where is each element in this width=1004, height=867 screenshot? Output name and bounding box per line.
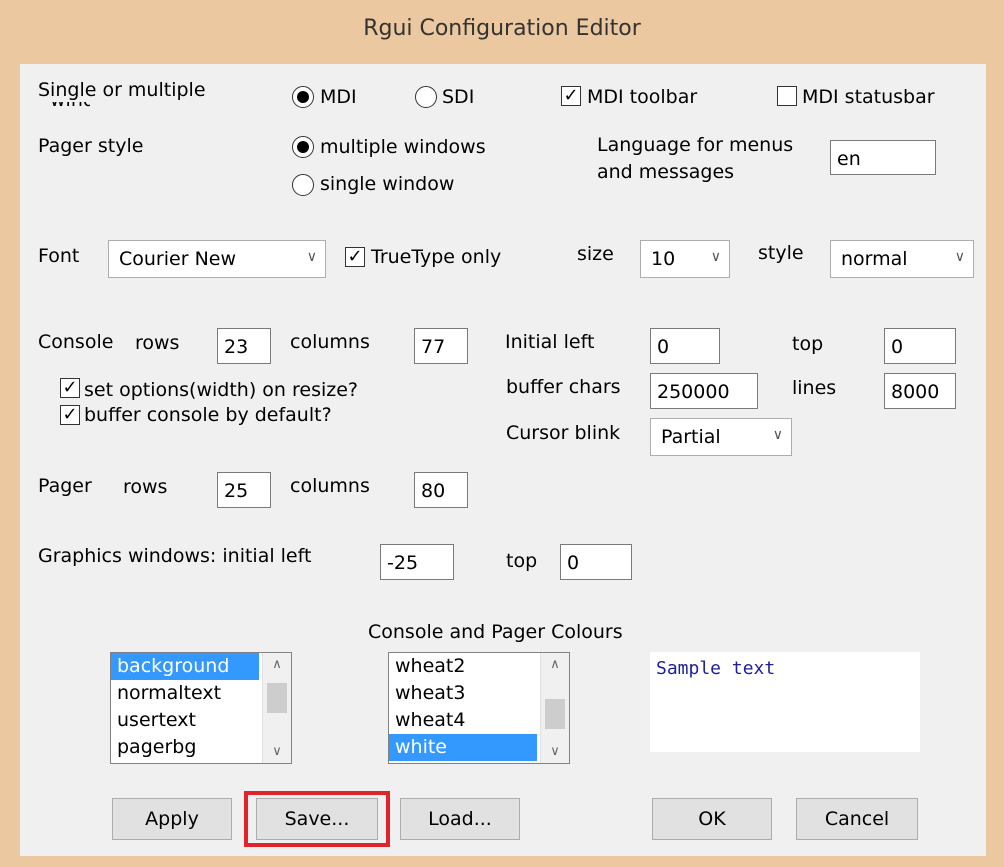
pager-columns-label: columns bbox=[290, 475, 370, 497]
truetype-only-label[interactable]: TrueType only bbox=[371, 245, 501, 269]
single-window-radio[interactable] bbox=[292, 174, 314, 196]
font-style-select[interactable]: normal ∨ bbox=[830, 240, 974, 278]
sdi-radio[interactable] bbox=[415, 86, 437, 108]
cursor-blink-label: Cursor blink bbox=[506, 422, 621, 444]
console-columns-input[interactable]: 77 bbox=[414, 328, 468, 364]
interface-label-clipped: windows bbox=[50, 102, 90, 110]
scrollbar-thumb[interactable] bbox=[545, 699, 565, 729]
colour-element-list[interactable]: background normaltext usertext pagerbg ∧… bbox=[110, 652, 292, 764]
pager-style-label: Pager style bbox=[38, 135, 144, 157]
chevron-down-icon: ∨ bbox=[710, 249, 721, 265]
font-style-label: style bbox=[758, 242, 804, 264]
list-item[interactable]: background bbox=[111, 653, 259, 680]
ok-button[interactable]: OK bbox=[652, 798, 772, 840]
font-size-value: 10 bbox=[651, 248, 676, 270]
font-size-select[interactable]: 10 ∨ bbox=[640, 240, 730, 278]
multiple-windows-label[interactable]: multiple windows bbox=[320, 135, 486, 159]
cursor-blink-select[interactable]: Partial ∨ bbox=[650, 418, 792, 456]
cancel-button[interactable]: Cancel bbox=[796, 798, 918, 840]
console-top-input[interactable]: 0 bbox=[884, 328, 956, 364]
font-select-value: Courier New bbox=[119, 248, 237, 270]
save-button[interactable]: Save... bbox=[256, 798, 378, 840]
multiple-windows-radio[interactable] bbox=[292, 136, 314, 158]
buffer-default-checkbox[interactable]: ✓ bbox=[60, 405, 80, 425]
font-select[interactable]: Courier New ∨ bbox=[108, 240, 326, 278]
graphics-top-input[interactable]: 0 bbox=[560, 544, 632, 580]
pager-label: Pager bbox=[38, 475, 92, 497]
lines-label: lines bbox=[792, 377, 837, 399]
mdi-statusbar-checkbox[interactable] bbox=[777, 86, 797, 106]
scrollbar[interactable]: ∧ ∨ bbox=[540, 653, 569, 763]
graphics-left-input[interactable]: -25 bbox=[380, 544, 454, 580]
chevron-down-icon: ∨ bbox=[306, 249, 317, 265]
scrollbar[interactable]: ∧ ∨ bbox=[262, 653, 291, 763]
lines-input[interactable]: 8000 bbox=[884, 373, 956, 409]
graphics-top-label: top bbox=[506, 550, 538, 572]
initial-left-label: Initial left bbox=[505, 331, 595, 353]
graphics-left-label: Graphics windows: initial left bbox=[38, 545, 312, 567]
dialog-client-area: Single or multiple windows MDI SDI ✓ MDI… bbox=[20, 64, 986, 856]
mdi-statusbar-label[interactable]: MDI statusbar bbox=[802, 85, 935, 109]
font-style-value: normal bbox=[841, 248, 908, 270]
font-label: Font bbox=[38, 245, 80, 267]
sdi-radio-label[interactable]: SDI bbox=[442, 85, 474, 109]
console-label: Console bbox=[38, 331, 114, 353]
set-options-label[interactable]: set options(width) on resize? bbox=[84, 378, 358, 402]
pager-rows-input[interactable]: 25 bbox=[217, 472, 271, 508]
language-label-line2: and messages bbox=[597, 161, 735, 183]
console-columns-label: columns bbox=[290, 331, 370, 353]
window-title: Rgui Configuration Editor bbox=[363, 16, 641, 41]
sample-text: Sample text bbox=[656, 658, 776, 679]
pager-rows-label: rows bbox=[123, 476, 168, 498]
interface-label: Single or multiple bbox=[38, 79, 206, 101]
pager-columns-input[interactable]: 80 bbox=[414, 472, 468, 508]
scrollbar-thumb[interactable] bbox=[267, 683, 287, 713]
scroll-up-icon[interactable]: ∧ bbox=[263, 657, 291, 672]
apply-button[interactable]: Apply bbox=[112, 798, 232, 840]
sample-text-preview: Sample text bbox=[650, 652, 920, 752]
console-rows-input[interactable]: 23 bbox=[217, 328, 271, 364]
title-bar[interactable]: Rgui Configuration Editor bbox=[0, 0, 1004, 64]
language-input[interactable]: en bbox=[830, 140, 936, 175]
mdi-radio-label[interactable]: MDI bbox=[320, 85, 357, 109]
language-label-line1: Language for menus bbox=[597, 134, 794, 156]
mdi-radio[interactable] bbox=[292, 86, 314, 108]
initial-left-input[interactable]: 0 bbox=[650, 328, 720, 364]
cursor-blink-value: Partial bbox=[661, 426, 721, 448]
buffer-default-label[interactable]: buffer console by default? bbox=[84, 403, 332, 427]
console-rows-label: rows bbox=[135, 332, 180, 354]
chevron-down-icon: ∨ bbox=[772, 427, 783, 443]
single-window-label[interactable]: single window bbox=[320, 172, 454, 196]
colour-name-list[interactable]: wheat2 wheat3 wheat4 white ∧ ∨ bbox=[388, 652, 570, 764]
colours-title: Console and Pager Colours bbox=[368, 621, 623, 643]
font-size-label: size bbox=[577, 243, 614, 265]
scroll-down-icon[interactable]: ∨ bbox=[541, 744, 569, 759]
truetype-only-checkbox[interactable]: ✓ bbox=[345, 247, 365, 267]
console-top-label: top bbox=[792, 333, 824, 355]
set-options-checkbox[interactable]: ✓ bbox=[60, 378, 80, 398]
chevron-down-icon: ∨ bbox=[954, 249, 965, 265]
scroll-up-icon[interactable]: ∧ bbox=[541, 657, 569, 672]
load-button[interactable]: Load... bbox=[400, 798, 520, 840]
buffer-chars-input[interactable]: 250000 bbox=[650, 373, 758, 409]
buffer-chars-label: buffer chars bbox=[506, 376, 621, 398]
list-item[interactable]: white bbox=[389, 734, 537, 761]
mdi-toolbar-label[interactable]: MDI toolbar bbox=[587, 85, 697, 109]
scroll-down-icon[interactable]: ∨ bbox=[263, 744, 291, 759]
mdi-toolbar-checkbox[interactable]: ✓ bbox=[561, 86, 581, 106]
